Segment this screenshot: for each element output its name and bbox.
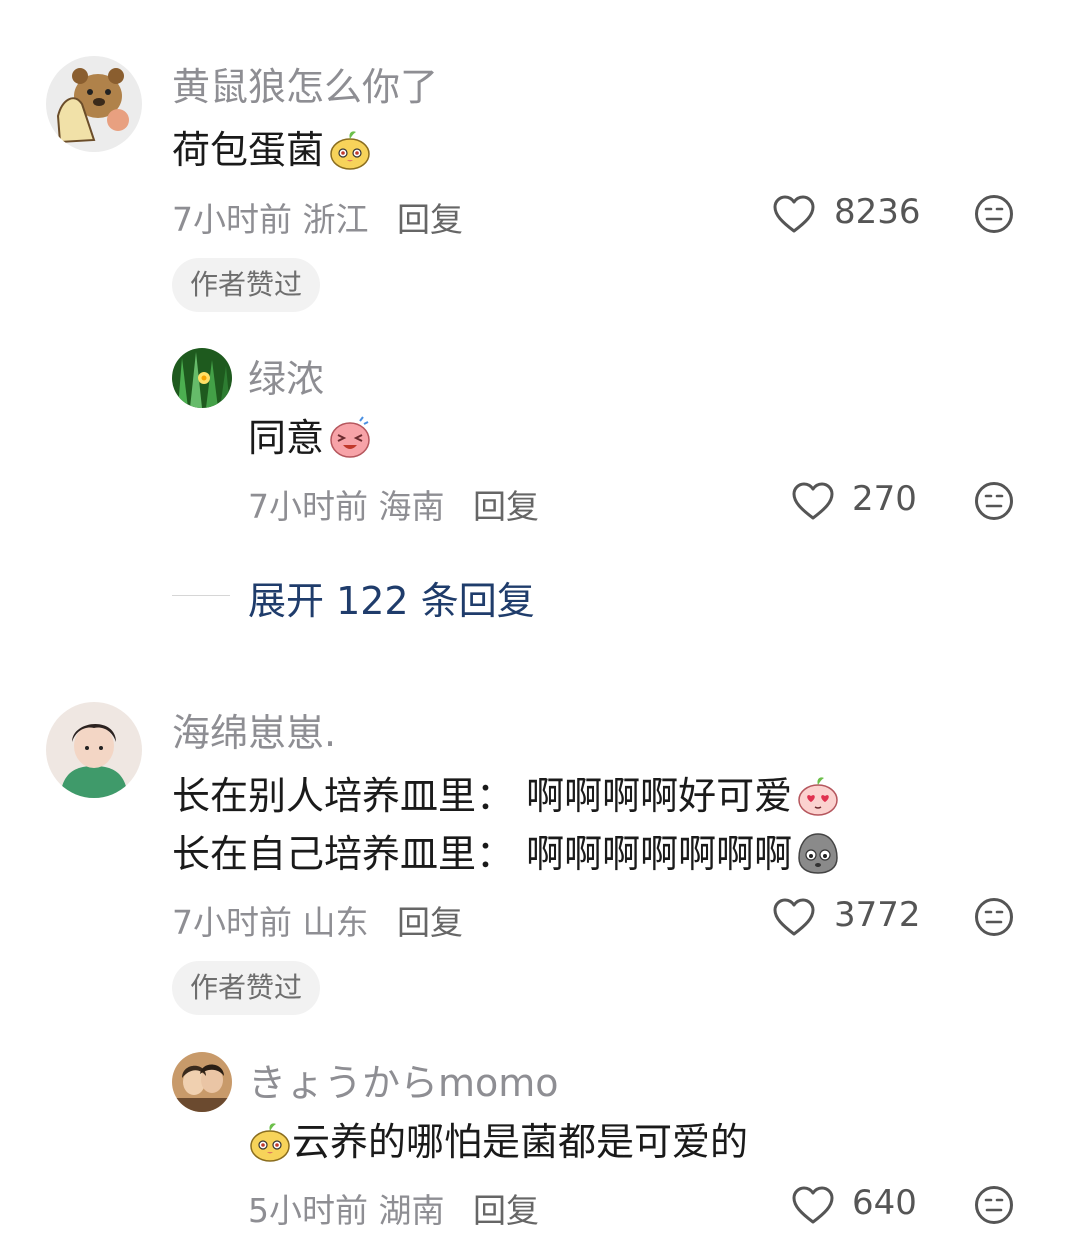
reply-location: 湖南 bbox=[378, 1191, 445, 1230]
comment-text: 长在自己培养皿里： 啊啊啊啊啊啊啊 bbox=[172, 832, 793, 876]
reply-content: 同意 bbox=[248, 410, 372, 466]
heart-eyes-blob-emoji-icon bbox=[796, 773, 840, 817]
avatar[interactable] bbox=[46, 702, 142, 798]
couple-avatar-icon bbox=[172, 1052, 232, 1112]
comment-username[interactable]: 海绵崽崽. bbox=[172, 702, 336, 757]
heart-icon[interactable] bbox=[772, 897, 816, 937]
comment-content-line: 长在自己培养皿里： 啊啊啊啊啊啊啊 bbox=[172, 826, 840, 882]
sprout-blob-emoji-icon bbox=[248, 1119, 292, 1163]
heart-icon[interactable] bbox=[791, 1185, 835, 1225]
comment-username[interactable]: 黄鼠狼怎么你了 bbox=[172, 56, 438, 111]
reply-text: 同意 bbox=[248, 416, 325, 460]
reply-meta: 5小时前 湖南 回复 bbox=[248, 1184, 539, 1232]
comment-location: 浙江 bbox=[302, 200, 369, 239]
reply-time: 7小时前 bbox=[248, 487, 368, 526]
plant-avatar-icon bbox=[172, 348, 232, 408]
comment-text: 荷包蛋菌 bbox=[172, 128, 325, 172]
reply-content: 云养的哪怕是菌都是可爱的 bbox=[248, 1114, 748, 1170]
bear-avatar-icon bbox=[46, 56, 142, 152]
dislike-face-icon[interactable] bbox=[974, 1185, 1014, 1225]
like-count: 3772 bbox=[834, 895, 921, 935]
author-liked-badge: 作者赞过 bbox=[172, 258, 321, 312]
avatar[interactable] bbox=[172, 348, 232, 408]
stone-face-emoji-icon bbox=[796, 831, 840, 875]
laughing-blob-emoji-icon bbox=[328, 415, 372, 459]
reply-meta: 7小时前 海南 回复 bbox=[248, 480, 539, 528]
expand-replies-button[interactable]: 展开 122 条回复 bbox=[248, 570, 535, 625]
reply-location: 海南 bbox=[378, 487, 445, 526]
dislike-face-icon[interactable] bbox=[974, 194, 1014, 234]
comment-location: 山东 bbox=[302, 903, 369, 942]
like-count: 8236 bbox=[834, 192, 921, 232]
heart-icon[interactable] bbox=[791, 481, 835, 521]
reply-button[interactable]: 回复 bbox=[473, 1191, 539, 1230]
reply-button[interactable]: 回复 bbox=[397, 903, 463, 942]
reply-button[interactable]: 回复 bbox=[397, 200, 463, 239]
dislike-face-icon[interactable] bbox=[974, 481, 1014, 521]
reply-username[interactable]: きょうからmomo bbox=[248, 1052, 559, 1107]
reply-username[interactable]: 绿浓 bbox=[248, 348, 324, 403]
author-liked-badge: 作者赞过 bbox=[172, 961, 321, 1015]
comment-content: 荷包蛋菌 bbox=[172, 122, 372, 178]
sprout-blob-emoji-icon bbox=[328, 127, 372, 171]
like-count: 270 bbox=[852, 479, 917, 519]
reply-time: 5小时前 bbox=[248, 1191, 368, 1230]
comment-meta: 7小时前 山东 回复 bbox=[172, 896, 463, 944]
reply-button[interactable]: 回复 bbox=[473, 487, 539, 526]
expand-divider bbox=[172, 595, 230, 596]
comment-meta: 7小时前 浙江 回复 bbox=[172, 193, 463, 241]
heart-icon[interactable] bbox=[772, 194, 816, 234]
comment-content-line: 长在别人培养皿里： 啊啊啊啊好可爱 bbox=[172, 768, 840, 824]
like-count: 640 bbox=[852, 1183, 917, 1223]
comment-time: 7小时前 bbox=[172, 903, 292, 942]
comment-text: 长在别人培养皿里： 啊啊啊啊好可爱 bbox=[172, 774, 793, 818]
avatar[interactable] bbox=[172, 1052, 232, 1112]
person-avatar-icon bbox=[46, 702, 142, 798]
comment-time: 7小时前 bbox=[172, 200, 292, 239]
reply-text: 云养的哪怕是菌都是可爱的 bbox=[292, 1120, 749, 1164]
dislike-face-icon[interactable] bbox=[974, 897, 1014, 937]
avatar[interactable] bbox=[46, 56, 142, 152]
